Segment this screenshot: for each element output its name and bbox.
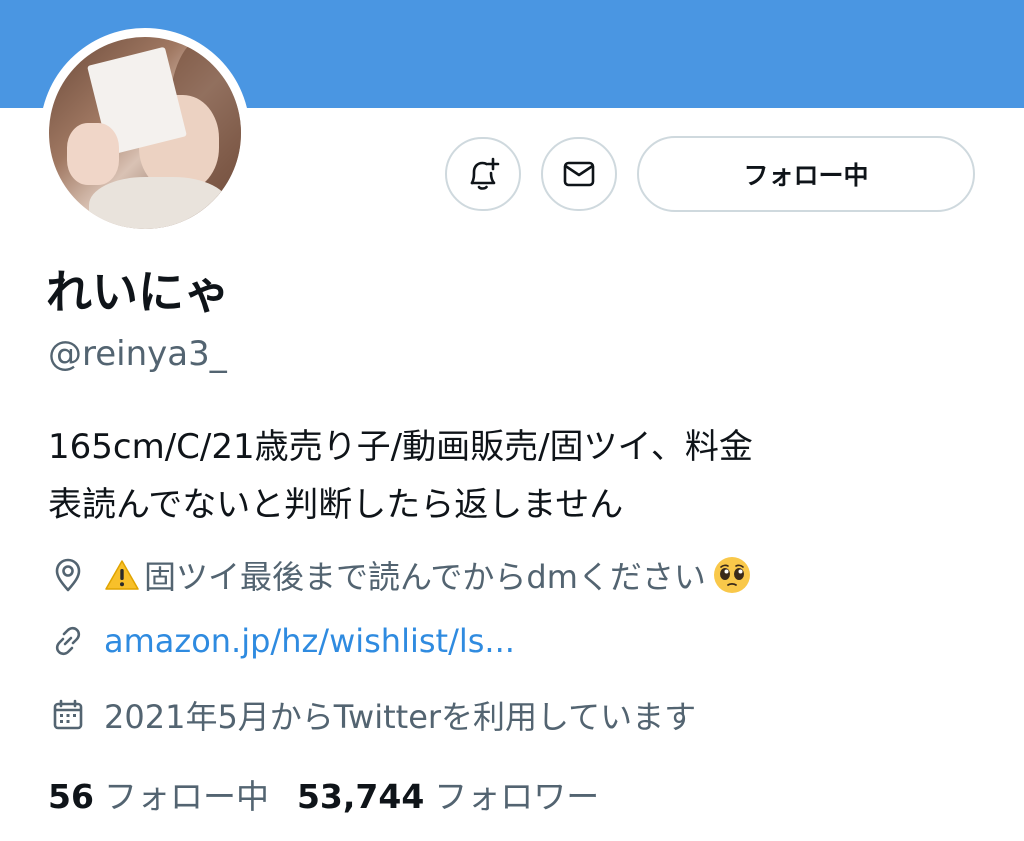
website-link[interactable]: amazon.jp/hz/wishlist/ls...: [104, 622, 515, 660]
location-text: 固ツイ最後まで読んでからdmください: [144, 558, 706, 596]
location-pin-icon: [48, 555, 88, 595]
profile-page: フォロー中 れいにゃ @reinya3_ 165cm/C/21歳売り子/動画販売…: [0, 0, 1024, 841]
following-label[interactable]: フォロー中: [104, 770, 269, 818]
following-button-label: フォロー中: [743, 161, 869, 190]
user-handle: @reinya3_: [48, 334, 227, 374]
follow-stats: 56 フォロー中 53,744 フォロワー: [48, 770, 627, 818]
profile-website: amazon.jp/hz/wishlist/ls...: [48, 621, 515, 661]
profile-location: 固ツイ最後まで読んでからdmください: [48, 552, 752, 598]
link-icon: [48, 621, 88, 661]
following-count[interactable]: 56: [48, 777, 94, 816]
notifications-button[interactable]: [445, 137, 521, 211]
warning-emoji: [105, 560, 139, 590]
bio-line: 165cm/C/21歳売り子/動画販売/固ツイ、料金: [48, 427, 753, 467]
followers-count[interactable]: 53,744: [297, 777, 424, 816]
avatar-scarf: [89, 177, 229, 229]
envelope-icon: [563, 161, 595, 187]
message-button[interactable]: [541, 137, 617, 211]
avatar[interactable]: [40, 28, 250, 238]
join-date-text: 2021年5月からTwitterを利用しています: [104, 698, 697, 736]
bio-line: 表読んでないと判断したら返しません: [48, 485, 624, 525]
following-button[interactable]: フォロー中: [637, 136, 975, 212]
display-name: れいにゃ: [46, 265, 230, 319]
avatar-photo: [49, 37, 241, 229]
calendar-icon: [48, 695, 88, 735]
followers-label[interactable]: フォロワー: [434, 770, 599, 818]
pleading-face-emoji: [713, 557, 750, 593]
profile-bio: 165cm/C/21歳売り子/動画販売/固ツイ、料金 表読んでないと判断したら返…: [48, 418, 978, 534]
profile-join-date: 2021年5月からTwitterを利用しています: [48, 692, 696, 738]
avatar-hand: [67, 123, 119, 185]
bell-plus-icon: [470, 157, 500, 190]
